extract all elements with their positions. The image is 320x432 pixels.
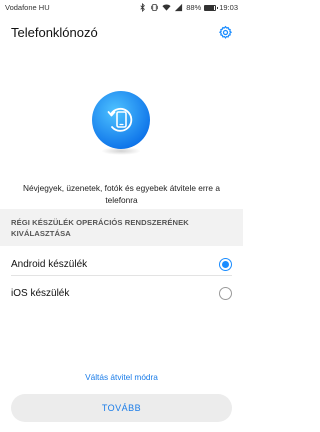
clock: 19:03 — [219, 3, 238, 12]
wifi-icon — [162, 4, 171, 11]
status-icons: 88% 19:03 — [138, 3, 238, 12]
switch-mode-link[interactable]: Váltás átvitel módra — [0, 372, 243, 382]
gear-icon — [218, 25, 232, 39]
radio-button-selected[interactable] — [219, 257, 232, 271]
battery-percent: 88% — [186, 3, 202, 12]
signal-icon — [175, 3, 183, 12]
radio-button[interactable] — [219, 286, 232, 300]
battery-fill — [205, 5, 215, 10]
phone-transfer-icon — [92, 91, 150, 149]
option-ios[interactable]: iOS készülék — [0, 275, 243, 311]
settings-button[interactable] — [216, 23, 234, 41]
option-label: iOS készülék — [11, 287, 70, 299]
option-label: Android készülék — [11, 258, 88, 270]
carrier-label: Vodafone HU — [5, 3, 50, 12]
status-bar: Vodafone HU 88% 19:03 — [0, 0, 243, 15]
next-button[interactable]: TOVÁBB — [11, 394, 232, 422]
section-header: RÉGI KÉSZÜLÉK OPERÁCIÓS RENDSZERÉNEK KIV… — [0, 209, 243, 246]
description-text: Névjegyek, üzenetek, fotók és egyebek át… — [23, 183, 220, 205]
bluetooth-icon — [140, 3, 146, 12]
page-title: Telefonklónozó — [11, 24, 98, 40]
radio-dot — [222, 260, 229, 268]
vibrate-icon — [151, 3, 159, 12]
app-bar: Telefonklónozó — [0, 15, 243, 49]
battery-icon — [204, 4, 219, 11]
